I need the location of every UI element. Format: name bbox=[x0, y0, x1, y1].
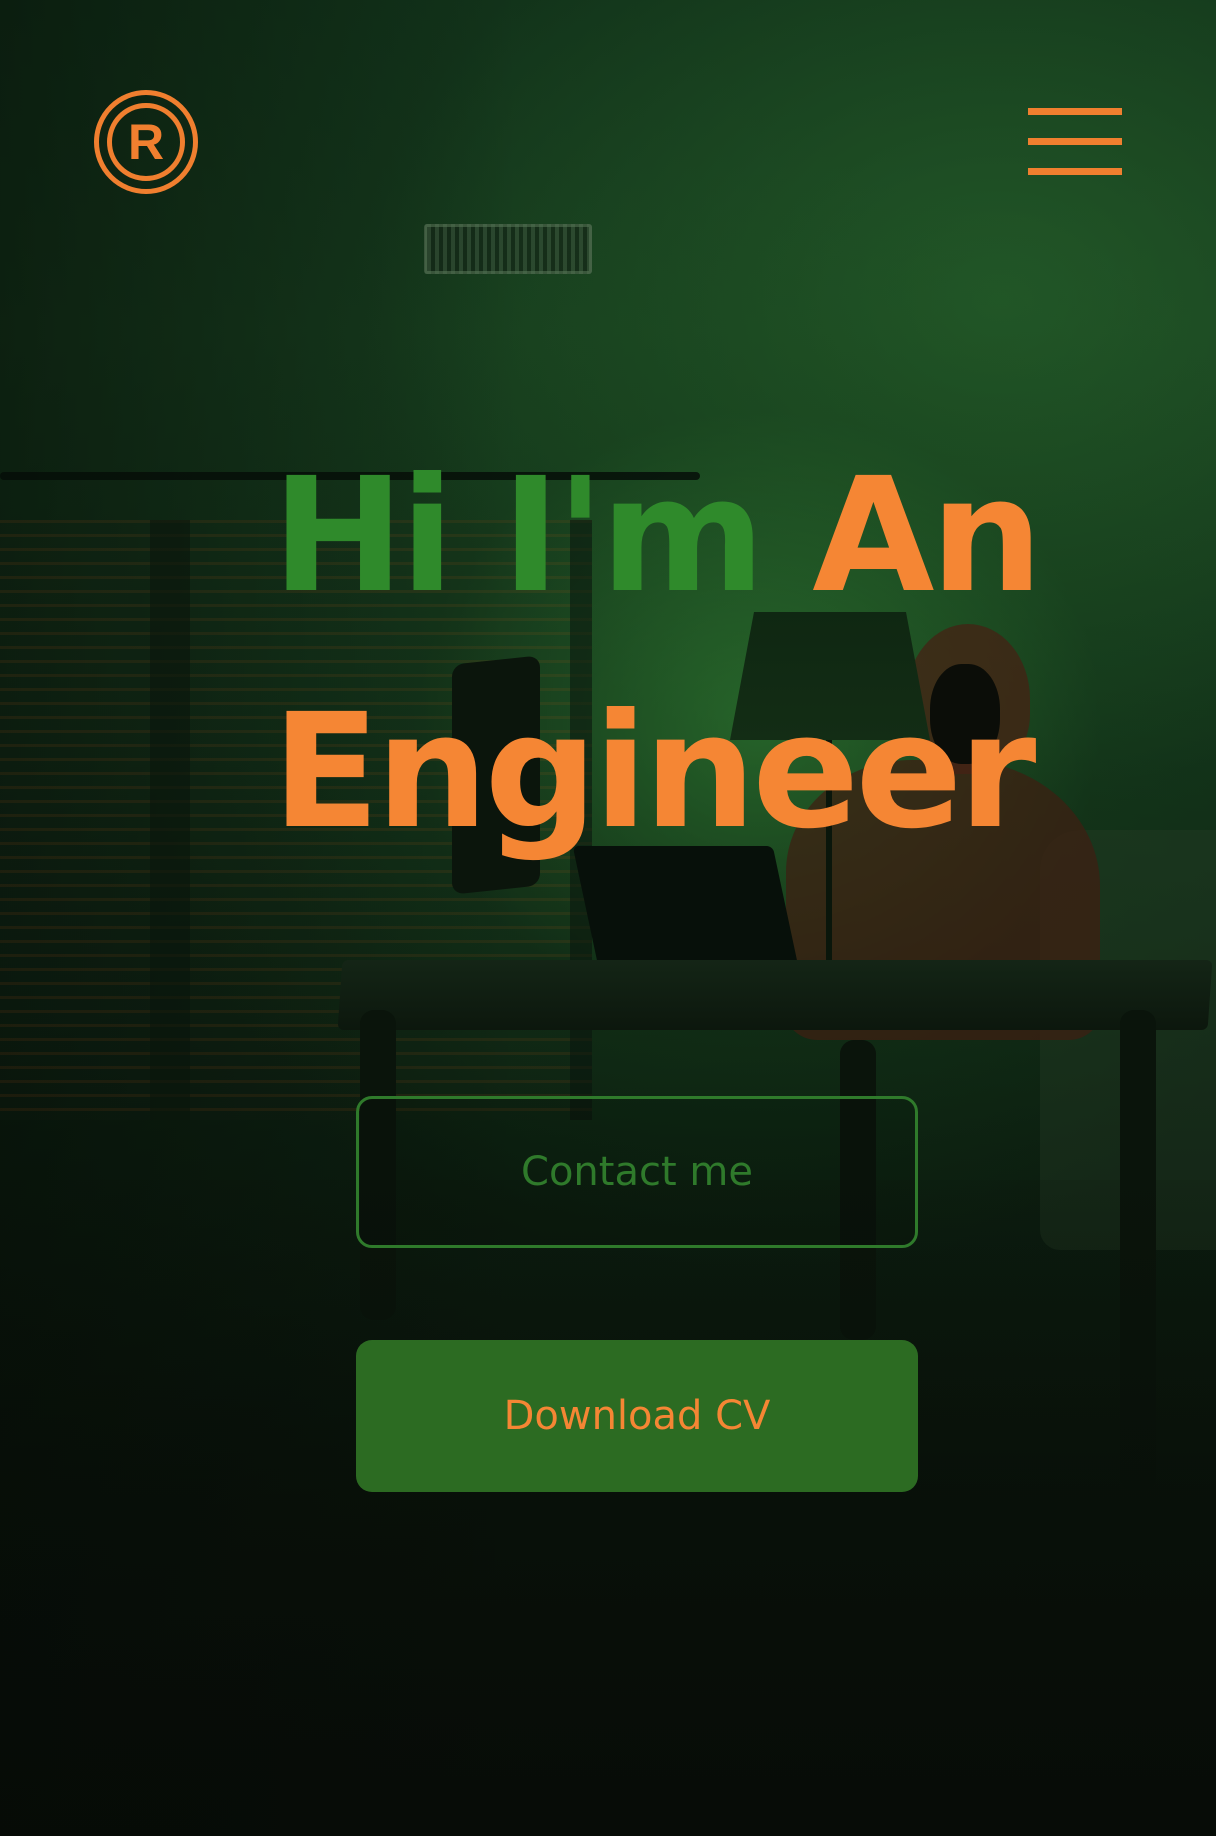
hero-title-role: Engineer bbox=[272, 680, 1036, 864]
menu-bar bbox=[1028, 108, 1122, 115]
hero-background-image bbox=[0, 0, 1216, 1836]
registered-trademark-icon[interactable]: R bbox=[94, 90, 198, 194]
contact-me-label: Contact me bbox=[521, 1149, 753, 1195]
download-cv-button[interactable]: Download CV bbox=[356, 1340, 918, 1492]
hero-title: Hi I'm An Engineer bbox=[272, 418, 1172, 890]
contact-me-button[interactable]: Contact me bbox=[356, 1096, 918, 1248]
floor bbox=[0, 1180, 1216, 1836]
download-cv-label: Download CV bbox=[503, 1393, 771, 1439]
hamburger-menu-icon[interactable] bbox=[1028, 108, 1122, 178]
menu-bar bbox=[1028, 138, 1122, 145]
hero-title-greeting: Hi I'm bbox=[272, 444, 765, 628]
ceiling-vent bbox=[424, 224, 592, 274]
logo-letter: R bbox=[107, 103, 185, 181]
desk bbox=[337, 960, 1213, 1030]
window-frame bbox=[150, 520, 190, 1120]
hero-title-an: An bbox=[812, 444, 1043, 628]
menu-bar bbox=[1028, 168, 1122, 175]
